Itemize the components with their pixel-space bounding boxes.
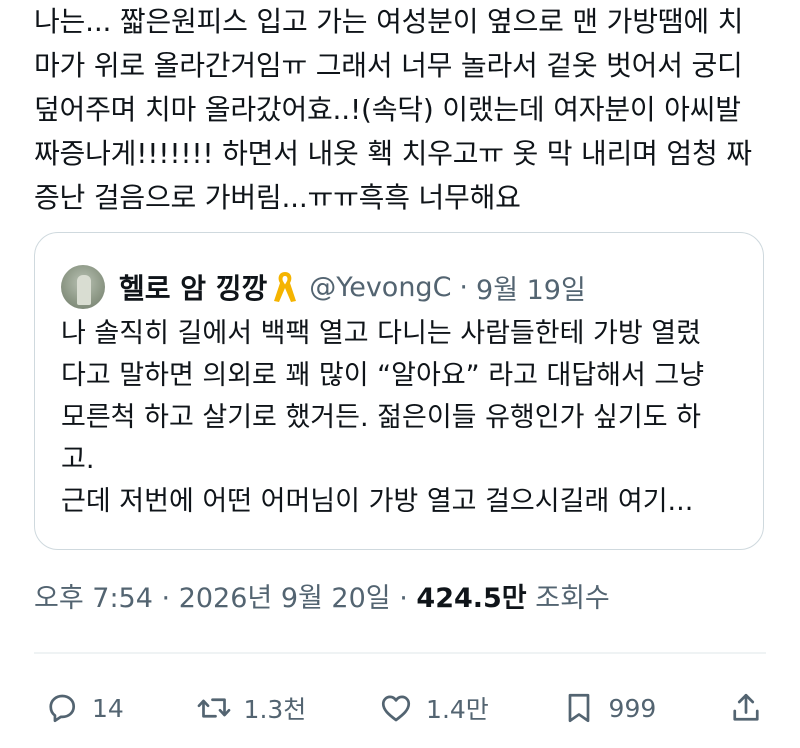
- quoted-author-name[interactable]: 헬로 암 낑깡: [119, 267, 267, 307]
- tweet-text-line: 짜증나게!!!!!!! 하면서 내옷 홱 치우고ㅠ 옷 막 내리며 엄청 짜: [34, 137, 752, 170]
- share-button[interactable]: [728, 690, 764, 726]
- bookmark-count: 999: [608, 693, 657, 723]
- reply-button[interactable]: 14: [44, 690, 124, 726]
- quoted-tweet-card[interactable]: 헬로 암 낑깡 @YevongC · 9월 19일 나 솔직히 길에서 백팩 열…: [34, 232, 764, 550]
- quoted-text-line: 근데 저번에 어떤 어머님이 가방 열고 걸으시길래 여기...: [61, 486, 694, 517]
- tweet-text: 나는... 짧은원피스 입고 가는 여성분이 옆으로 맨 가방땜에 치 마가 위…: [34, 0, 774, 220]
- bookmark-button[interactable]: 999: [561, 690, 657, 726]
- heart-icon: [381, 695, 411, 722]
- tweet-text-line: 마가 위로 올라간거임ㅠ 그래서 너무 놀라서 겉옷 벗어서 궁디: [34, 49, 743, 82]
- tweet-meta: 오후 7:54 · 2026년 9월 20일 · 424.5만 조회수: [34, 576, 610, 615]
- views-count[interactable]: 424.5만: [416, 583, 526, 614]
- tweet-time[interactable]: 오후 7:54: [34, 583, 153, 614]
- yellow-ribbon-icon: [271, 269, 299, 305]
- retweet-icon: [197, 698, 230, 718]
- action-bar: 14 1.3천 1.4만 999: [44, 682, 764, 734]
- avatar[interactable]: [61, 265, 105, 309]
- tweet-text-line: 증난 걸음으로 가버림...ㅠㅠ흑흑 너무해요: [34, 181, 521, 214]
- quoted-tweet-header: 헬로 암 낑깡 @YevongC · 9월 19일: [61, 261, 586, 313]
- quoted-text-line: 나 솔직히 길에서 백팩 열고 다니는 사람들한테 가방 열렸: [61, 318, 701, 349]
- tweet-text-line: 나는... 짧은원피스 입고 가는 여성분이 옆으로 맨 가방땜에 치: [34, 5, 744, 38]
- quoted-tweet-date[interactable]: 9월 19일: [476, 268, 586, 307]
- separator-dot: ·: [399, 583, 408, 614]
- quoted-text-line: 다고 말하면 의외로 꽤 많이 “알아요” 라고 대답해서 그냥: [61, 360, 705, 391]
- like-button[interactable]: 1.4만: [378, 690, 489, 726]
- quoted-text-line: 고.: [61, 444, 95, 475]
- separator-dot: ·: [459, 271, 469, 303]
- tweet-date[interactable]: 2026년 9월 20일: [179, 583, 391, 614]
- quoted-author-handle[interactable]: @YevongC: [309, 272, 451, 303]
- retweet-button[interactable]: 1.3천: [196, 690, 307, 726]
- quoted-text-line: 모른척 하고 살기로 했거든. 젊은이들 유행인가 싶기도 하: [61, 402, 701, 433]
- share-icon: [733, 693, 759, 721]
- quoted-tweet-text: 나 솔직히 길에서 백팩 열고 다니는 사람들한테 가방 열렸 다고 말하면 의…: [61, 313, 751, 523]
- retweet-count: 1.3천: [243, 695, 307, 724]
- reply-count: 14: [92, 693, 124, 723]
- views-label: 조회수: [535, 583, 610, 614]
- like-count: 1.4만: [426, 695, 489, 724]
- bookmark-icon: [568, 693, 589, 723]
- divider: [34, 652, 766, 654]
- separator-dot: ·: [161, 583, 171, 614]
- tweet-text-line: 덮어주며 치마 올라갔어효..!(속닥) 이랬는데 여자분이 아씨발: [34, 93, 741, 126]
- reply-icon: [49, 694, 76, 723]
